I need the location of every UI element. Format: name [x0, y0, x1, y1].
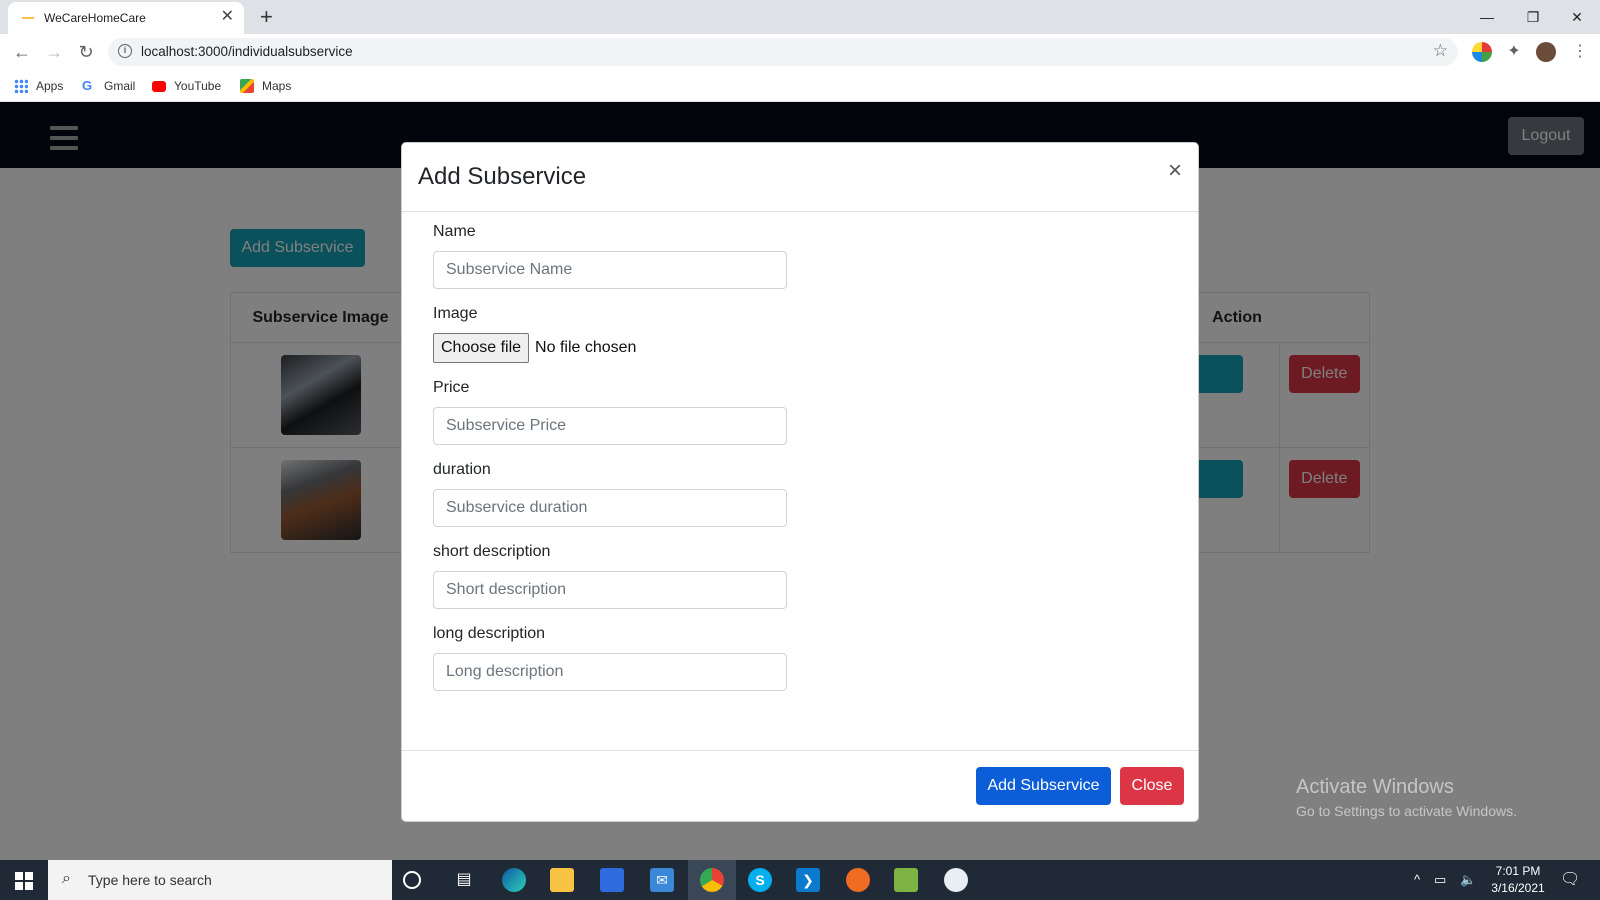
bookmarks-bar: Apps G Gmail YouTube Maps [0, 70, 1600, 102]
maps-icon [240, 79, 254, 93]
site-info-icon[interactable]: i [118, 44, 132, 58]
apps-grid-icon [14, 79, 28, 93]
modal-title: Add Subservice [418, 163, 587, 190]
system-clock[interactable]: 7:01 PM 3/16/2021 [1488, 863, 1548, 897]
search-icon: ⌕ [62, 870, 71, 887]
short-description-group: short description [433, 543, 1173, 609]
google-icon: G [82, 78, 93, 93]
app-icon[interactable] [944, 868, 968, 892]
skype-icon[interactable]: S [748, 868, 772, 892]
search-placeholder: Type here to search [88, 872, 212, 888]
bookmark-label: Apps [36, 79, 64, 93]
image-label: Image [433, 305, 478, 322]
clock-time: 7:01 PM [1495, 864, 1541, 878]
name-input[interactable] [433, 251, 787, 289]
duration-input[interactable] [433, 489, 787, 527]
forward-icon[interactable]: → [42, 40, 66, 64]
bookmark-apps[interactable]: Apps [14, 76, 63, 96]
windows-taskbar: ⌕ Type here to search ▤ ✉ S ❯ ^ ▭ 🔈 7:01… [0, 860, 1600, 900]
clock-date: 3/16/2021 [1491, 881, 1545, 895]
tray-chevron-icon[interactable]: ^ [1414, 872, 1420, 887]
store-icon[interactable] [600, 868, 624, 892]
name-group: Name [433, 223, 1173, 289]
duration-group: duration [433, 461, 1173, 527]
bookmark-star-icon[interactable]: ☆ [1433, 41, 1448, 61]
long-description-group: long description [433, 625, 1173, 691]
duration-label: duration [433, 461, 491, 478]
activate-windows-watermark: Activate Windows Go to Settings to activ… [1296, 776, 1517, 819]
taskbar-search-box[interactable]: ⌕ Type here to search [48, 860, 392, 900]
chrome-icon[interactable] [700, 868, 724, 892]
modal-body: Name Image Choose file No file chosen Pr… [433, 223, 1173, 707]
modal-close-icon[interactable]: × [1168, 159, 1182, 183]
modal-header: Add Subservice × [402, 143, 1198, 212]
price-input[interactable] [433, 407, 787, 445]
window-close-icon[interactable]: ✕ [1554, 4, 1600, 30]
bookmark-maps[interactable]: Maps [240, 76, 291, 96]
mail-icon[interactable]: ✉ [650, 868, 674, 892]
favicon-icon [22, 17, 34, 19]
submit-add-subservice-button[interactable]: Add Subservice [976, 767, 1111, 805]
watermark-subtitle: Go to Settings to activate Windows. [1296, 803, 1517, 819]
long-description-input[interactable] [433, 653, 787, 691]
price-group: Price [433, 379, 1173, 445]
short-description-label: short description [433, 543, 551, 560]
address-bar-row: ← → ↻ i localhost:3000/individualsubserv… [0, 34, 1600, 70]
volume-muted-icon[interactable]: 🔈 [1460, 872, 1476, 888]
file-input[interactable]: Choose file No file chosen [433, 333, 1173, 363]
youtube-icon [152, 80, 166, 92]
bookmark-label: Gmail [104, 79, 136, 93]
reload-icon[interactable]: ↻ [74, 40, 98, 64]
back-icon[interactable]: ← [10, 40, 34, 64]
task-view-icon[interactable]: ▤ [452, 868, 476, 892]
name-label: Name [433, 223, 476, 240]
color-extension-icon[interactable] [1472, 42, 1492, 62]
notifications-icon[interactable]: 🗨 [1560, 869, 1580, 889]
bookmark-label: Maps [262, 79, 292, 93]
watermark-title: Activate Windows [1296, 776, 1454, 798]
network-icon[interactable]: ▭ [1434, 872, 1446, 888]
file-status: No file chosen [535, 339, 637, 356]
bookmark-gmail[interactable]: G Gmail [82, 76, 135, 96]
new-tab-icon[interactable]: + [260, 4, 273, 30]
edge-icon[interactable] [502, 868, 526, 892]
choose-file-button[interactable]: Choose file [433, 333, 530, 363]
extensions-puzzle-icon[interactable]: ✦ [1504, 42, 1524, 62]
browser-tab[interactable]: WeCareHomeCare ✕ [8, 2, 244, 34]
tab-close-icon[interactable]: ✕ [221, 8, 234, 26]
close-modal-button[interactable]: Close [1120, 767, 1184, 805]
vscode-icon[interactable]: ❯ [796, 868, 820, 892]
modal-footer: Add Subservice Close [402, 750, 1198, 821]
bookmark-label: YouTube [174, 79, 222, 93]
minimize-icon[interactable]: — [1464, 4, 1510, 30]
file-explorer-icon[interactable] [550, 868, 574, 892]
browser-tab-strip: WeCareHomeCare ✕ + — ❐ ✕ [0, 0, 1600, 34]
restore-icon[interactable]: ❐ [1510, 4, 1556, 30]
url-bar[interactable]: i localhost:3000/individualsubservice ☆ [108, 38, 1458, 66]
browser-menu-icon[interactable]: ⋮ [1570, 42, 1590, 62]
short-description-input[interactable] [433, 571, 787, 609]
url-text: localhost:3000/individualsubservice [141, 44, 353, 59]
add-subservice-modal: Add Subservice × Name Image Choose file … [401, 142, 1199, 822]
tab-title: WeCareHomeCare [44, 11, 146, 25]
cortana-icon[interactable] [403, 871, 421, 889]
price-label: Price [433, 379, 470, 396]
bookmark-youtube[interactable]: YouTube [152, 76, 221, 96]
postman-icon[interactable] [846, 868, 870, 892]
spreadsheet-icon[interactable] [894, 868, 918, 892]
profile-avatar[interactable] [1536, 42, 1556, 62]
long-description-label: long description [433, 625, 546, 642]
image-group: Image Choose file No file chosen [433, 305, 1173, 363]
windows-start-icon[interactable] [15, 872, 33, 890]
